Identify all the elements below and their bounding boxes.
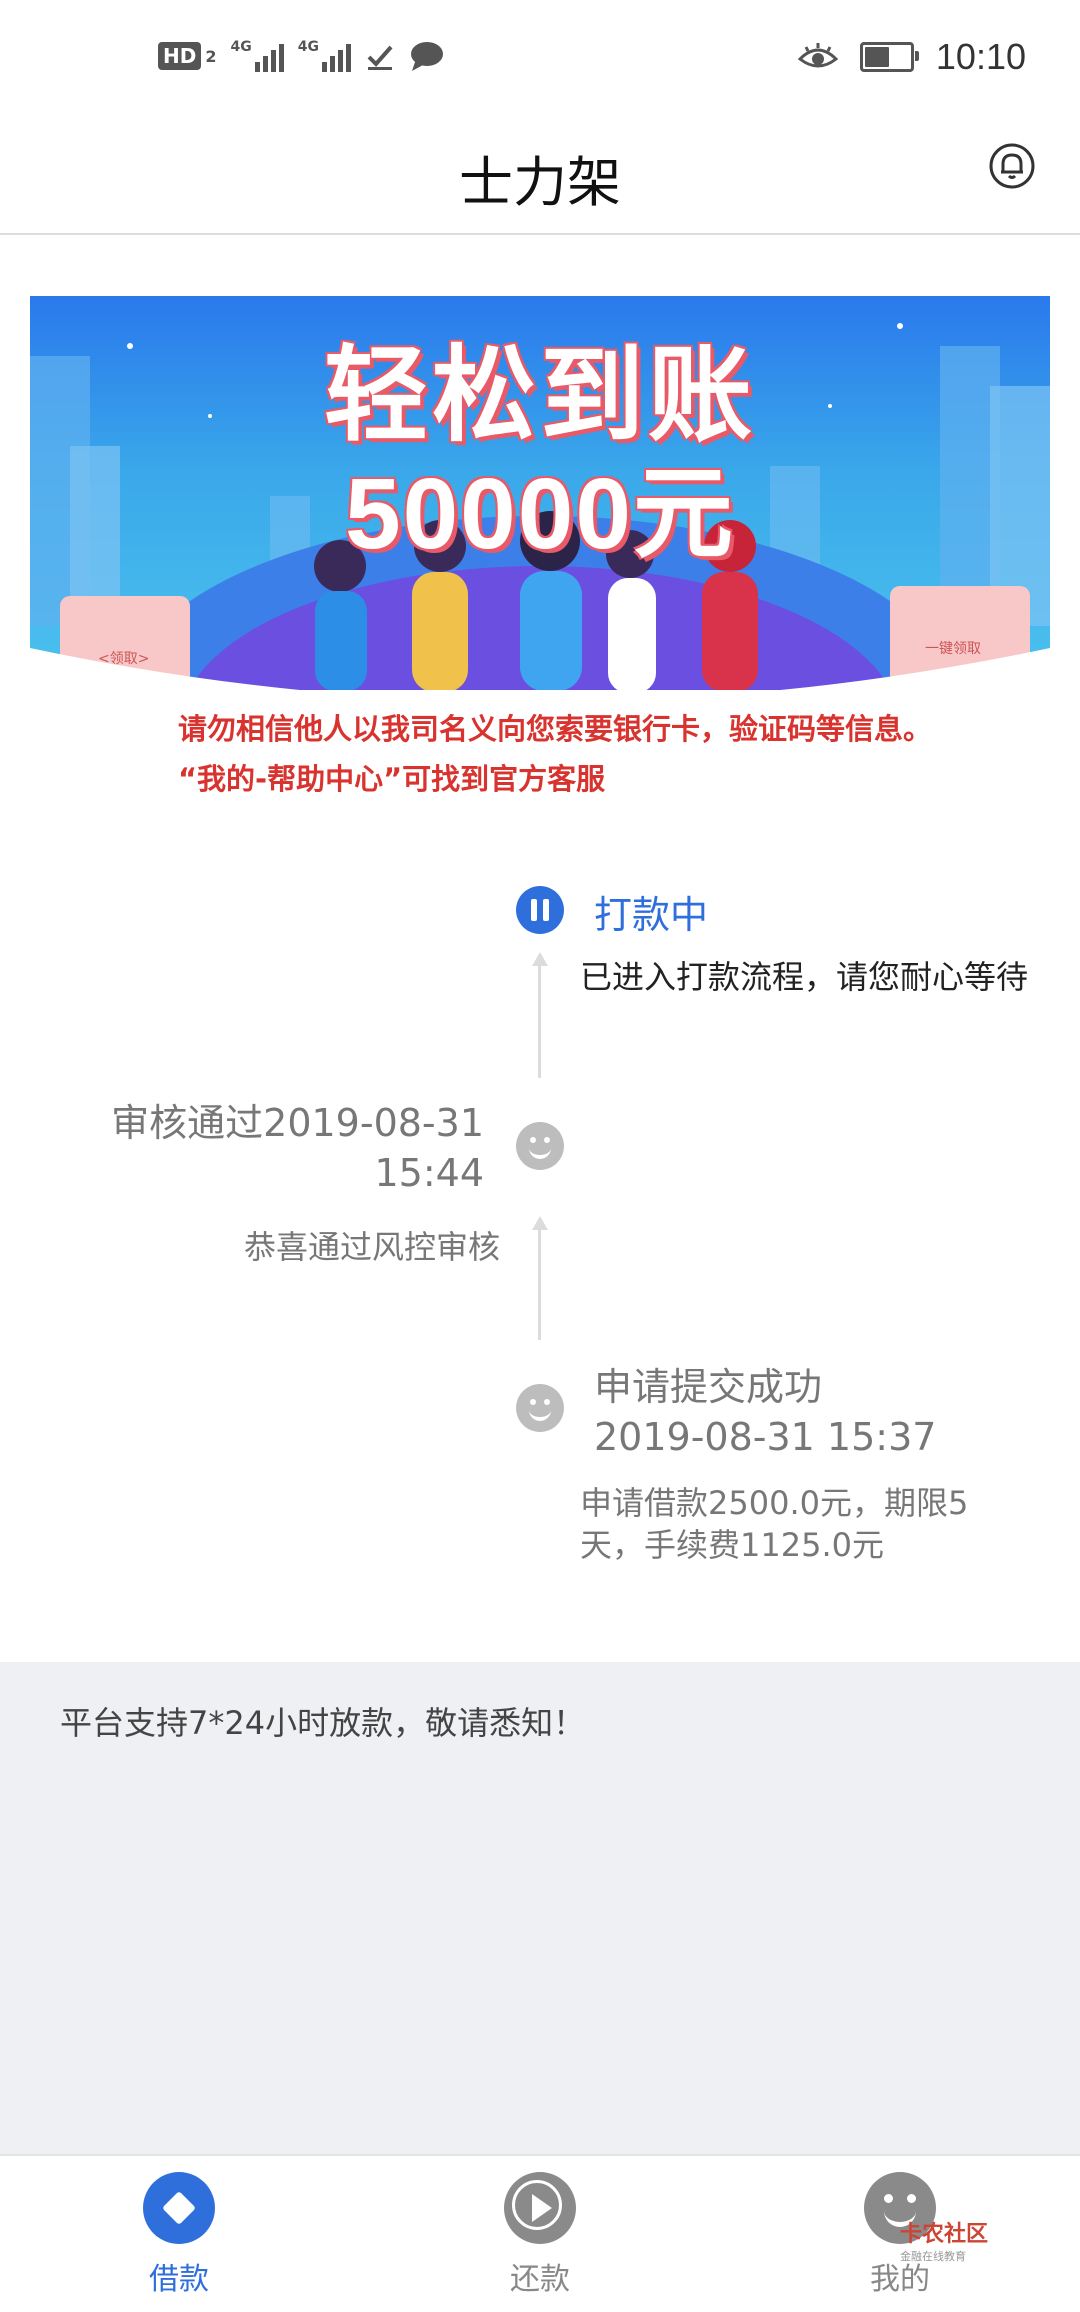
tab-borrow-label: 借款 — [149, 2262, 209, 2297]
step-approved-desc: 恭喜通过风控审核 — [243, 1228, 500, 1266]
step-approved-title: 审核通过2019-08-31 15:44 — [111, 1098, 484, 1198]
watermark-brand: 卡农社区 — [900, 2222, 989, 2247]
bell-icon[interactable] — [988, 142, 1036, 190]
watermark: 卡农社区 金融在线教育 — [900, 2216, 988, 2264]
smiley-icon — [516, 1384, 564, 1432]
message-icon — [410, 42, 443, 71]
status-left-icons: HD 2 4G 4G — [158, 40, 445, 72]
step-approved-title-line2: 15:44 — [374, 1151, 484, 1195]
step-submitted-desc: 申请借款2500.0元，期限5天，手续费1125.0元 — [580, 1484, 969, 1564]
banner-left-button: <领取> — [98, 651, 150, 667]
step-submitted-title-line2: 2019-08-31 15:37 — [594, 1415, 937, 1459]
signal-icon-2: 4G — [298, 40, 351, 72]
banner-right-button: 一键领取 — [925, 641, 981, 657]
status-right-icons: 10:10 — [797, 36, 1026, 78]
warning-line-1: 请勿相信他人以我司名义向您索要银行卡，验证码等信息。 — [178, 712, 933, 746]
timeline-connector — [538, 1228, 541, 1340]
eye-icon — [797, 43, 838, 68]
watermark-sub: 金融在线教育 — [900, 2250, 966, 2263]
signal-icon: 4G — [230, 39, 284, 72]
tab-borrow[interactable]: 借款 — [79, 2172, 279, 2298]
diamond-icon — [143, 2172, 215, 2244]
step-current-desc: 已进入打款流程，请您耐心等待 — [580, 958, 1029, 996]
battery-fill — [864, 47, 890, 67]
clock-time: 10:10 — [935, 36, 1026, 77]
tab-repay-label: 还款 — [510, 2262, 570, 2297]
step-submitted-title: 申请提交成功 2019-08-31 15:37 — [594, 1362, 936, 1462]
tab-repay[interactable]: 还款 — [440, 2172, 640, 2298]
step-approved-title-line1: 审核通过2019-08-31 — [111, 1101, 484, 1145]
signal-label: 4G — [230, 39, 252, 55]
step-submitted-title-line1: 申请提交成功 — [594, 1365, 823, 1409]
hd-badge: HD — [158, 42, 202, 70]
notice-text: 平台支持7*24小时放款，敬请悉知！ — [60, 1704, 586, 1742]
timeline-connector — [538, 964, 541, 1078]
pause-icon — [516, 886, 564, 934]
page-title: 士力架 — [459, 151, 621, 214]
app-header: 士力架 — [0, 120, 1080, 235]
status-bar: HD 2 4G 4G 10:10 — [0, 0, 1080, 120]
promo-banner[interactable]: 轻松到账 50000元 <领取> 一键领取 — [30, 296, 1050, 690]
banner-amount: 50000元 — [344, 458, 736, 570]
notice-area: 平台支持7*24小时放款，敬请悉知！ — [0, 1662, 1080, 2154]
hd-sub-label: 2 — [205, 46, 217, 66]
warning-line-2: “我的-帮助中心”可找到官方客服 — [178, 762, 606, 796]
battery-icon — [859, 42, 919, 72]
smiley-icon — [516, 1122, 564, 1170]
step-current-title: 打款中 — [594, 893, 709, 937]
signal-label-2: 4G — [297, 39, 319, 55]
play-icon — [504, 2172, 576, 2244]
check-icon — [367, 45, 393, 70]
